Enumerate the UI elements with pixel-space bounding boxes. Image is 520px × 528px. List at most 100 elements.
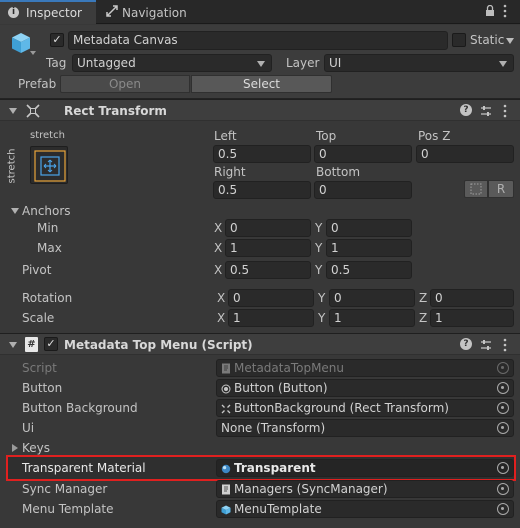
- component-menu-icon[interactable]: [503, 104, 507, 118]
- pivot-label: Pivot: [22, 263, 52, 277]
- tag-dropdown[interactable]: Untagged: [72, 54, 272, 72]
- keys-expand-arrow[interactable]: [12, 444, 18, 452]
- prefab-open-label: Open: [108, 77, 142, 91]
- anchor-max-y-field[interactable]: 1: [326, 239, 412, 257]
- field-label-keys[interactable]: Keys: [22, 440, 50, 456]
- posz-field[interactable]: 0: [416, 145, 514, 163]
- object-picker-icon[interactable]: [497, 503, 509, 515]
- rotation-y-label: Y: [318, 291, 326, 305]
- rect-transform-icon: [221, 404, 231, 413]
- script-reference-value: MetadataTopMenu: [234, 361, 345, 375]
- prefab-cube-icon: [221, 505, 231, 514]
- rect-transform-header[interactable]: Rect Transform ?: [0, 99, 520, 121]
- prefab-select-button[interactable]: Select: [191, 75, 332, 93]
- tab-navigation[interactable]: Navigation: [100, 0, 210, 24]
- object-picker-icon[interactable]: [497, 422, 509, 434]
- top-field[interactable]: 0: [314, 145, 412, 163]
- scale-z-field[interactable]: 1: [430, 309, 514, 327]
- menu-template-reference-field[interactable]: MenuTemplate: [216, 500, 514, 518]
- field-label-transparent-material: Transparent Material: [22, 461, 146, 475]
- anchor-presets-button[interactable]: [30, 146, 68, 184]
- anchor-max-label: Max: [37, 241, 62, 255]
- layer-dropdown[interactable]: UI: [324, 54, 514, 72]
- tab-inspector[interactable]: i Inspector: [0, 0, 96, 24]
- navigation-icon: [106, 5, 118, 17]
- anchor-min-y-label: Y: [315, 221, 323, 235]
- object-picker-icon[interactable]: [497, 483, 509, 495]
- anchor-min-y-field[interactable]: 0: [326, 219, 412, 237]
- help-icon[interactable]: ?: [460, 338, 472, 350]
- button-reference-field[interactable]: Button (Button): [216, 379, 514, 397]
- raw-edit-label: R: [496, 182, 506, 196]
- layer-dropdown-arrow: [499, 61, 507, 67]
- script-file-icon: #: [25, 337, 38, 352]
- anchor-max-x-field[interactable]: 1: [225, 239, 311, 257]
- transparent-material-reference-value: Transparent: [234, 461, 316, 475]
- help-icon[interactable]: ?: [460, 104, 472, 116]
- ui-reference-field[interactable]: None (Transform): [216, 419, 514, 437]
- active-toggle[interactable]: ✓: [50, 33, 64, 47]
- anchor-stretch-icon: [34, 150, 66, 182]
- lock-icon[interactable]: [485, 4, 495, 17]
- object-picker-icon[interactable]: [497, 382, 509, 394]
- object-picker-icon: [497, 362, 509, 374]
- gameobject-cube-icon: [10, 31, 32, 55]
- anchors-label: Anchors: [22, 204, 71, 218]
- anchors-expand-arrow[interactable]: [11, 208, 19, 214]
- pivot-x-label: X: [214, 263, 223, 277]
- left-label: Left: [214, 129, 237, 143]
- script-component-header[interactable]: # ✓ Metadata Top Menu (Script) ?: [0, 333, 520, 355]
- tab-navigation-label: Navigation: [122, 6, 187, 20]
- rotation-label: Rotation: [22, 291, 73, 305]
- collapse-arrow-icon[interactable]: [9, 108, 17, 114]
- raw-edit-button[interactable]: R: [488, 180, 514, 198]
- pivot-x-field[interactable]: 0.5: [225, 261, 311, 279]
- transparent-material-reference-field[interactable]: Transparent: [216, 459, 514, 477]
- script-reference-field: MetadataTopMenu: [216, 359, 514, 377]
- scale-y-field[interactable]: 1: [329, 309, 415, 327]
- presets-icon[interactable]: [480, 339, 492, 351]
- rotation-z-field[interactable]: 0: [430, 289, 514, 307]
- blueprint-mode-button[interactable]: [464, 180, 488, 198]
- object-picker-icon[interactable]: [497, 402, 509, 414]
- presets-icon[interactable]: [480, 105, 492, 117]
- anchor-min-x-field[interactable]: 0: [225, 219, 311, 237]
- tag-label: Tag: [46, 56, 67, 70]
- static-label: Static: [470, 33, 505, 47]
- dotted-square-icon: [470, 183, 482, 195]
- prefab-open-button[interactable]: Open: [60, 75, 190, 93]
- tag-value: Untagged: [77, 56, 136, 70]
- left-field[interactable]: 0.5: [213, 145, 311, 163]
- material-sphere-icon: [221, 464, 231, 473]
- prefab-select-label: Select: [242, 77, 281, 91]
- object-picker-icon[interactable]: [497, 462, 509, 474]
- sync-manager-reference-field[interactable]: Managers (SyncManager): [216, 480, 514, 498]
- component-menu-icon[interactable]: [503, 338, 507, 352]
- script-asset-icon: [222, 363, 230, 374]
- pivot-y-field[interactable]: 0.5: [326, 261, 412, 279]
- rect-transform-title: Rect Transform: [64, 104, 167, 118]
- anchor-min-label: Min: [37, 221, 59, 235]
- tag-dropdown-arrow: [257, 61, 265, 67]
- rotation-y-field[interactable]: 0: [329, 289, 415, 307]
- right-field[interactable]: 0.5: [213, 181, 311, 199]
- script-asset-icon: [222, 484, 230, 495]
- anchor-preset-label-side: stretch: [6, 148, 18, 184]
- bottom-field[interactable]: 0: [314, 181, 412, 199]
- script-enabled-toggle[interactable]: ✓: [44, 337, 58, 351]
- posz-label: Pos Z: [418, 129, 451, 143]
- button-reference-value: Button (Button): [234, 381, 328, 395]
- button-background-reference-value: ButtonBackground (Rect Transform): [234, 401, 449, 415]
- rotation-x-label: X: [217, 291, 226, 305]
- scale-x-field[interactable]: 1: [228, 309, 314, 327]
- kebab-menu-icon[interactable]: [503, 4, 507, 18]
- button-component-icon: [221, 384, 231, 393]
- static-checkbox[interactable]: [452, 33, 466, 47]
- button-background-reference-field[interactable]: ButtonBackground (Rect Transform): [216, 399, 514, 417]
- scale-label: Scale: [22, 311, 55, 325]
- scale-y-label: Y: [318, 311, 326, 325]
- rotation-x-field[interactable]: 0: [228, 289, 314, 307]
- collapse-arrow-icon[interactable]: [9, 342, 17, 348]
- object-name-field[interactable]: Metadata Canvas: [68, 31, 448, 50]
- rect-transform-body: stretch stretch Left Top Pos Z 0.5 0 0 R…: [0, 121, 520, 333]
